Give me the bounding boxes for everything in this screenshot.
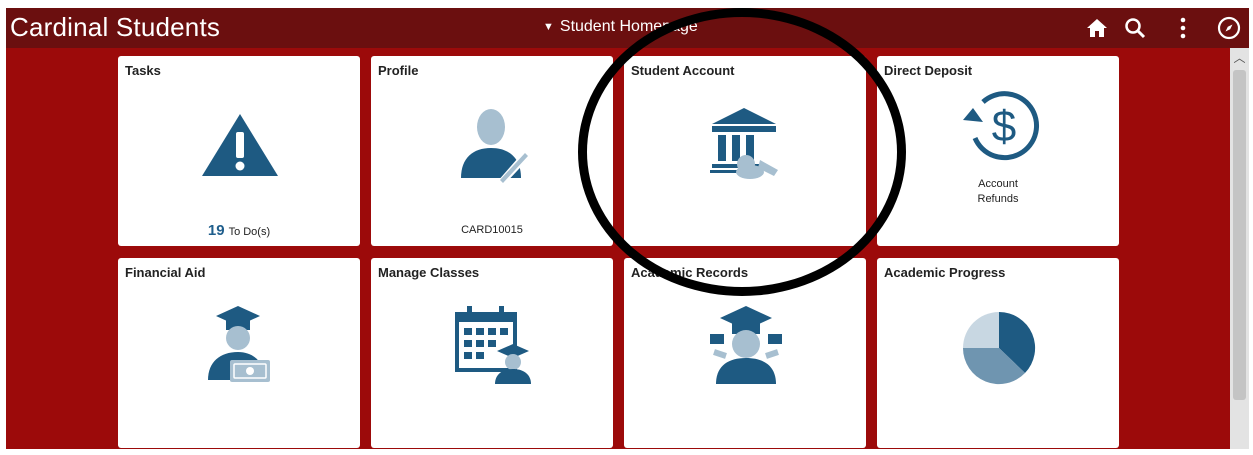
page-selector-dropdown[interactable]: ▼ Student Homepage [543, 18, 698, 36]
top-header-bar: Cardinal Students ▼ Student Homepage [6, 8, 1249, 48]
tasks-tile[interactable]: Tasks 19 To Do(s) [118, 56, 360, 246]
profile-tile[interactable]: Profile CARD10015 [371, 56, 613, 246]
tile-title: Student Account [631, 63, 735, 78]
graduate-icon [710, 306, 782, 384]
direct-deposit-tile[interactable]: Direct Deposit $ Account Refunds [877, 56, 1119, 246]
browser-frame: Cardinal Students ▼ Student Homepage ︿ T… [0, 0, 1253, 455]
bank-icon [710, 108, 778, 179]
navbar-compass-icon[interactable] [1216, 15, 1242, 41]
tasks-count-label: To Do(s) [228, 226, 271, 238]
tile-title: Direct Deposit [884, 63, 973, 78]
tile-title: Academic Records [631, 265, 749, 280]
vertical-scrollbar[interactable]: ︿ [1230, 48, 1249, 449]
scrollbar-thumb[interactable] [1233, 70, 1246, 400]
search-icon[interactable] [1122, 15, 1148, 41]
direct-deposit-subtitle: Account Refunds [877, 177, 1119, 207]
calendar-graduate-icon [455, 306, 531, 384]
student-account-tile[interactable]: Student Account [624, 56, 866, 246]
pie-chart-icon [962, 311, 1036, 385]
manage-classes-tile[interactable]: Manage Classes [371, 258, 613, 448]
tile-title: Academic Progress [884, 265, 1006, 280]
tile-title: Financial Aid [125, 265, 206, 280]
subtitle-line: Account [978, 178, 1018, 190]
tasks-count: 19 [207, 222, 225, 239]
academic-progress-tile[interactable]: Academic Progress [877, 258, 1119, 448]
warning-icon [202, 114, 278, 176]
financial-aid-tile[interactable]: Financial Aid [118, 258, 360, 448]
subtitle-line: Refunds [977, 193, 1019, 205]
page-selector-label: Student Homepage [559, 18, 698, 35]
tile-title: Manage Classes [378, 265, 480, 280]
graduate-money-icon [208, 306, 270, 382]
scroll-up-icon[interactable]: ︿ [1233, 52, 1246, 65]
actions-menu-icon[interactable] [1170, 15, 1196, 41]
profile-id: CARD10015 [461, 224, 523, 236]
profile-icon [461, 109, 531, 186]
tile-title: Profile [378, 63, 419, 78]
home-icon[interactable] [1084, 15, 1110, 41]
academic-records-tile[interactable]: Academic Records [624, 258, 866, 448]
refund-dollar-icon: $ [963, 91, 1040, 161]
tile-title: Tasks [125, 63, 161, 78]
tasks-count-row: 19 To Do(s) [118, 222, 360, 239]
app-title: Cardinal Students [10, 12, 221, 42]
svg-text:$: $ [992, 102, 1016, 151]
caret-down-icon: ▼ [543, 21, 554, 33]
